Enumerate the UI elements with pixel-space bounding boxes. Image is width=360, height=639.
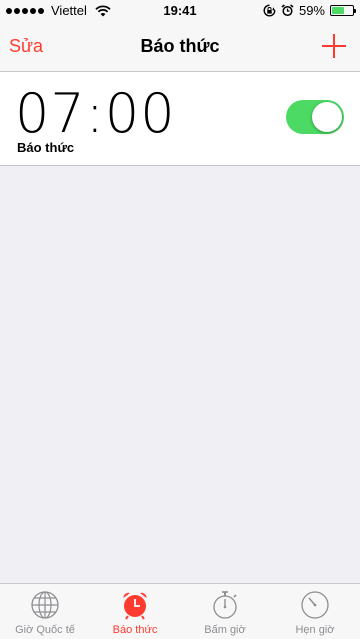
tab-bar: Giờ Quốc tế Báo thức Bấm giờ Hẹn giờ: [0, 583, 360, 639]
status-right: 59%: [263, 3, 356, 18]
stopwatch-icon: [213, 591, 237, 619]
add-alarm-button[interactable]: [321, 33, 347, 59]
tab-label-world-clock: Giờ Quốc tế: [15, 624, 75, 636]
nav-bar: Sửa Báo thức: [0, 22, 360, 72]
status-bar: Viettel 19:41 59%: [0, 0, 360, 22]
alarm-status-icon: [281, 4, 294, 17]
alarm-label: Báo thức: [17, 140, 75, 155]
page-title: Báo thức: [140, 36, 220, 56]
globe-icon: [31, 591, 59, 619]
tab-alarm[interactable]: Báo thức: [90, 584, 180, 639]
battery-icon: [330, 5, 356, 16]
alarm-row[interactable]: 07:00 Báo thức: [0, 72, 360, 166]
timer-icon: [301, 591, 329, 619]
alarm-clock-icon: [123, 592, 147, 620]
tab-world-clock[interactable]: Giờ Quốc tế: [0, 584, 90, 639]
tab-label-stopwatch: Bấm giờ: [204, 624, 246, 636]
battery-level: [332, 7, 344, 14]
alarm-toggle[interactable]: [286, 100, 344, 134]
tab-label-timer: Hẹn giờ: [295, 624, 335, 636]
tab-stopwatch[interactable]: Bấm giờ: [180, 584, 270, 639]
toggle-knob: [312, 102, 342, 132]
tab-label-alarm: Báo thức: [112, 624, 158, 636]
rotation-lock-icon: [263, 4, 276, 17]
tab-timer[interactable]: Hẹn giờ: [270, 584, 360, 639]
alarm-time: 07:00: [15, 82, 176, 145]
battery-percent: 59%: [298, 3, 325, 18]
